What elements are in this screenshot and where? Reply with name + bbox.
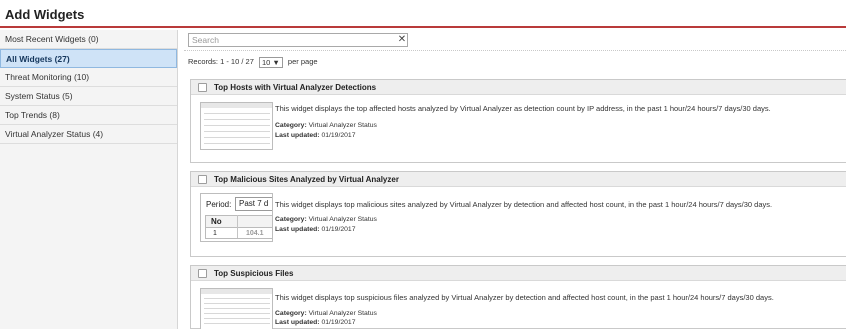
last-updated-label: Last updated: — [275, 319, 320, 326]
widget-title: Top Hosts with Virtual Analyzer Detectio… — [214, 83, 377, 92]
last-updated-value: 01/19/2017 — [321, 226, 356, 233]
last-updated-label: Last updated: — [275, 226, 320, 233]
checkbox-icon[interactable] — [198, 83, 207, 92]
preview-col-no: No — [211, 217, 222, 226]
widget-preview-thumbnail: Period: Past 7 d No 1 104.1 — [200, 193, 273, 242]
per-page-label: per page — [287, 57, 318, 67]
category-label: Category: — [275, 310, 307, 317]
search-input[interactable] — [188, 33, 408, 47]
sidebar-item-top-trends[interactable]: Top Trends (8) — [0, 106, 177, 125]
preview-row-value: 104.1 — [246, 230, 264, 237]
preview-row-no: 1 — [213, 230, 217, 237]
widget-card: Top Hosts with Virtual Analyzer Detectio… — [190, 79, 846, 163]
checkbox-icon[interactable] — [198, 175, 207, 184]
widget-card-header: Top Suspicious Files — [191, 266, 846, 281]
widget-description: This widget displays top suspicious file… — [275, 293, 774, 302]
widget-title: Top Malicious Sites Analyzed by Virtual … — [214, 175, 399, 184]
last-updated-label: Last updated: — [275, 132, 320, 139]
category-value: Virtual Analyzer Status — [308, 216, 377, 223]
widget-category: Category: Virtual Analyzer Status — [275, 216, 377, 223]
sidebar: Most Recent Widgets (0) All Widgets (27)… — [0, 30, 178, 329]
divider — [184, 50, 846, 51]
checkbox-icon[interactable] — [198, 269, 207, 278]
widget-card: Top Malicious Sites Analyzed by Virtual … — [190, 171, 846, 257]
per-page-select[interactable]: 10 ▼ — [258, 56, 283, 68]
category-value: Virtual Analyzer Status — [308, 310, 377, 317]
widget-preview-thumbnail — [200, 102, 273, 150]
category-label: Category: — [275, 122, 307, 129]
sidebar-item-threat-monitoring[interactable]: Threat Monitoring (10) — [0, 68, 177, 87]
header: Add Widgets — [0, 0, 846, 28]
sidebar-item-all-widgets[interactable]: All Widgets (27) — [0, 49, 177, 68]
close-icon[interactable]: ✕ — [396, 33, 408, 47]
widget-description: This widget displays top malicious sites… — [275, 200, 773, 209]
widget-category: Category: Virtual Analyzer Status — [275, 122, 377, 129]
widget-last-updated: Last updated: 01/19/2017 — [275, 226, 355, 233]
category-label: Category: — [275, 216, 307, 223]
widget-card-header: Top Hosts with Virtual Analyzer Detectio… — [191, 80, 846, 95]
sidebar-item-virtual-analyzer-status[interactable]: Virtual Analyzer Status (4) — [0, 125, 177, 144]
widget-title: Top Suspicious Files — [214, 269, 294, 278]
widget-card: Top Suspicious Files This widget display… — [190, 265, 846, 329]
last-updated-value: 01/19/2017 — [321, 132, 356, 139]
widget-description: This widget displays the top affected ho… — [275, 104, 771, 113]
sidebar-item-most-recent[interactable]: Most Recent Widgets (0) — [0, 30, 177, 49]
widget-category: Category: Virtual Analyzer Status — [275, 310, 377, 317]
records-count: Records: 1 - 10 / 27 — [188, 57, 254, 67]
page-title: Add Widgets — [5, 7, 85, 22]
records-bar: Records: 1 - 10 / 27 10 ▼ per page — [188, 56, 318, 68]
category-value: Virtual Analyzer Status — [308, 122, 377, 129]
sidebar-item-system-status[interactable]: System Status (5) — [0, 87, 177, 106]
widget-last-updated: Last updated: 01/19/2017 — [275, 132, 355, 139]
widget-card-header: Top Malicious Sites Analyzed by Virtual … — [191, 172, 846, 187]
widget-last-updated: Last updated: 01/19/2017 — [275, 319, 355, 326]
preview-period-label: Period: — [206, 200, 232, 209]
widget-preview-thumbnail — [200, 288, 273, 329]
last-updated-value: 01/19/2017 — [321, 319, 356, 326]
preview-period-value: Past 7 d — [235, 197, 272, 211]
